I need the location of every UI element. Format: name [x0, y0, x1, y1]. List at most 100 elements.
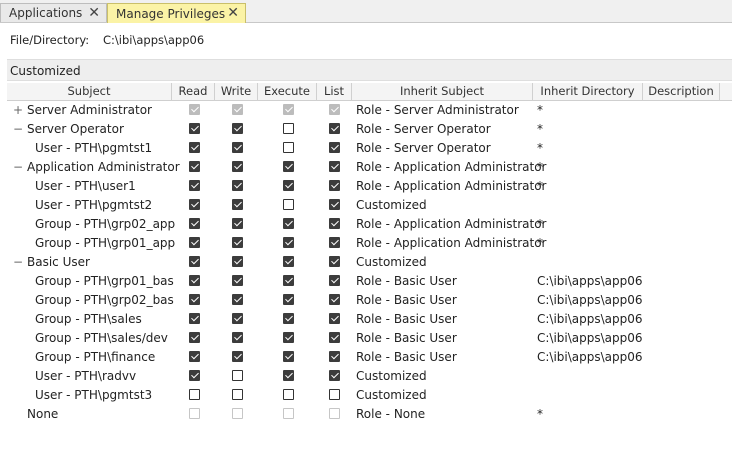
table-row[interactable]: Group - PTH\finance Role - Basic User C:\i…: [7, 348, 732, 367]
column-header-inherit-subject[interactable]: Inherit Subject: [352, 83, 533, 101]
list-checkbox[interactable]: [329, 313, 340, 324]
table-row[interactable]: − Server Operator Role - Server Operator *: [7, 120, 732, 139]
expand-icon[interactable]: +: [13, 102, 23, 118]
execute-checkbox[interactable]: [283, 180, 294, 191]
write-checkbox[interactable]: [232, 180, 243, 191]
inherit-directory-cell: *: [537, 141, 543, 155]
inherit-subject-cell: Role - Application Administrator: [356, 160, 547, 174]
execute-checkbox[interactable]: [283, 351, 294, 362]
table-row[interactable]: User - PTH\pgmtst3 Customized: [7, 386, 732, 405]
execute-checkbox[interactable]: [283, 389, 294, 400]
execute-checkbox[interactable]: [283, 294, 294, 305]
execute-checkbox[interactable]: [283, 199, 294, 210]
table-row[interactable]: Group - PTH\grp02_app Role - Application …: [7, 215, 732, 234]
read-checkbox[interactable]: [189, 142, 200, 153]
table-row[interactable]: Group - PTH\grp01_app Role - Application …: [7, 234, 732, 253]
execute-checkbox[interactable]: [283, 313, 294, 324]
column-header-write[interactable]: Write: [215, 83, 258, 101]
execute-checkbox[interactable]: [283, 370, 294, 381]
write-checkbox[interactable]: [232, 199, 243, 210]
list-checkbox[interactable]: [329, 389, 340, 400]
table-row[interactable]: − Basic User Customized: [7, 253, 732, 272]
write-checkbox[interactable]: [232, 218, 243, 229]
execute-checkbox[interactable]: [283, 256, 294, 267]
column-header-description[interactable]: Description: [643, 83, 720, 101]
read-checkbox[interactable]: [189, 275, 200, 286]
write-checkbox[interactable]: [232, 161, 243, 172]
column-header-inherit-directory[interactable]: Inherit Directory: [533, 83, 643, 101]
close-icon[interactable]: ✕: [227, 5, 239, 21]
read-checkbox[interactable]: [189, 351, 200, 362]
read-checkbox[interactable]: [189, 218, 200, 229]
table-row[interactable]: Group - PTH\grp02_bas Role - Basic User C:…: [7, 291, 732, 310]
read-checkbox[interactable]: [189, 294, 200, 305]
read-checkbox[interactable]: [189, 180, 200, 191]
close-icon[interactable]: ✕: [88, 5, 100, 21]
list-checkbox[interactable]: [329, 161, 340, 172]
execute-checkbox[interactable]: [283, 237, 294, 248]
column-header-read[interactable]: Read: [172, 83, 215, 101]
list-checkbox[interactable]: [329, 370, 340, 381]
read-checkbox[interactable]: [189, 161, 200, 172]
table-row[interactable]: Group - PTH\sales/dev Role - Basic User C:…: [7, 329, 732, 348]
read-checkbox[interactable]: [189, 123, 200, 134]
write-checkbox[interactable]: [232, 294, 243, 305]
collapse-icon[interactable]: −: [13, 159, 23, 175]
read-checkbox[interactable]: [189, 313, 200, 324]
tab-manage-privileges[interactable]: Manage Privileges ✕: [107, 3, 246, 23]
write-checkbox[interactable]: [232, 351, 243, 362]
write-checkbox[interactable]: [232, 237, 243, 248]
execute-checkbox[interactable]: [283, 142, 294, 153]
table-row[interactable]: User - PTH\pgmtst1 Role - Server Operator…: [7, 139, 732, 158]
tab-applications[interactable]: Applications ✕: [0, 3, 107, 22]
grid-header: Subject Read Write Execute List Inherit …: [7, 83, 732, 101]
write-checkbox[interactable]: [232, 256, 243, 267]
write-checkbox[interactable]: [232, 389, 243, 400]
write-checkbox[interactable]: [232, 332, 243, 343]
column-header-execute[interactable]: Execute: [258, 83, 317, 101]
list-checkbox[interactable]: [329, 199, 340, 210]
subject-cell: Group - PTH\grp01_app: [35, 236, 176, 250]
list-checkbox[interactable]: [329, 275, 340, 286]
list-checkbox[interactable]: [329, 351, 340, 362]
table-row[interactable]: − Application Administrator Role - Applica…: [7, 158, 732, 177]
column-header-subject[interactable]: Subject: [7, 83, 172, 101]
subject-cell: None: [27, 407, 59, 421]
table-row[interactable]: Group - PTH\grp01_bas Role - Basic User C:…: [7, 272, 732, 291]
table-row[interactable]: User - PTH\pgmtst2 Customized: [7, 196, 732, 215]
table-row[interactable]: User - PTH\user1 Role - Application Admin…: [7, 177, 732, 196]
execute-checkbox[interactable]: [283, 332, 294, 343]
read-checkbox[interactable]: [189, 256, 200, 267]
table-row[interactable]: Group - PTH\sales Role - Basic User C:\ibi…: [7, 310, 732, 329]
collapse-icon[interactable]: −: [13, 254, 23, 270]
table-row[interactable]: None Role - None *: [7, 405, 732, 424]
table-row[interactable]: + Server Administrator Role - Server Admin…: [7, 101, 732, 120]
write-checkbox[interactable]: [232, 275, 243, 286]
read-checkbox[interactable]: [189, 332, 200, 343]
read-checkbox[interactable]: [189, 370, 200, 381]
execute-checkbox[interactable]: [283, 123, 294, 134]
write-checkbox[interactable]: [232, 370, 243, 381]
list-checkbox[interactable]: [329, 237, 340, 248]
write-checkbox[interactable]: [232, 313, 243, 324]
inherit-subject-cell: Role - Basic User: [356, 293, 457, 307]
list-checkbox[interactable]: [329, 180, 340, 191]
list-checkbox[interactable]: [329, 332, 340, 343]
collapse-icon[interactable]: −: [13, 121, 23, 137]
read-checkbox[interactable]: [189, 237, 200, 248]
execute-checkbox[interactable]: [283, 161, 294, 172]
list-checkbox[interactable]: [329, 123, 340, 134]
write-checkbox[interactable]: [232, 142, 243, 153]
list-checkbox[interactable]: [329, 294, 340, 305]
table-row[interactable]: User - PTH\radvv Customized: [7, 367, 732, 386]
execute-checkbox[interactable]: [283, 275, 294, 286]
execute-checkbox[interactable]: [283, 218, 294, 229]
read-checkbox[interactable]: [189, 389, 200, 400]
list-checkbox[interactable]: [329, 218, 340, 229]
write-checkbox[interactable]: [232, 123, 243, 134]
list-checkbox[interactable]: [329, 256, 340, 267]
column-header-list[interactable]: List: [317, 83, 352, 101]
inherit-subject-cell: Role - Basic User: [356, 350, 457, 364]
read-checkbox[interactable]: [189, 199, 200, 210]
list-checkbox[interactable]: [329, 142, 340, 153]
